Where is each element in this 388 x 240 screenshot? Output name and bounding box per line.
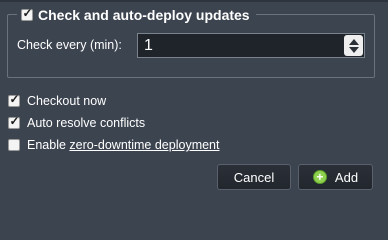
spin-up-arrow-icon[interactable] (348, 38, 359, 45)
check-frequency-label: Check every (min): (17, 38, 122, 52)
check-frequency-spinner[interactable]: 1 (137, 33, 365, 58)
checkmark-icon: ✓ (9, 92, 20, 106)
checkout-now-checkbox[interactable]: ✓ (8, 92, 20, 107)
checkmark-icon: ✓ (22, 6, 33, 20)
checkout-now-label[interactable]: Checkout now (27, 94, 106, 108)
auto-deploy-legend: ✓ Check and auto-deploy updates (17, 6, 256, 24)
check-frequency-input[interactable]: 1 (138, 37, 364, 55)
auto-resolve-label[interactable]: Auto resolve conflicts (27, 116, 145, 130)
add-button-label: Add (334, 169, 359, 185)
checkout-now-option[interactable]: ✓ Checkout now (8, 93, 106, 109)
plus-circle-icon: + (312, 170, 327, 184)
zero-downtime-label-prefix: Enable (27, 138, 70, 152)
auto-deploy-label[interactable]: Check and auto-deploy updates (38, 7, 250, 23)
cancel-button-label: Cancel (233, 169, 275, 185)
zero-downtime-checkbox[interactable] (8, 139, 20, 151)
cancel-button[interactable]: Cancel (217, 164, 291, 190)
zero-downtime-option[interactable]: Enable zero-downtime deployment (8, 137, 219, 153)
auto-resolve-checkbox[interactable]: ✓ (8, 114, 20, 129)
add-button[interactable]: + Add (298, 164, 373, 190)
spinner-buttons (344, 35, 363, 56)
zero-downtime-link[interactable]: zero-downtime deployment (69, 138, 219, 152)
auto-deploy-checkbox[interactable]: ✓ (21, 6, 33, 21)
auto-resolve-option[interactable]: ✓ Auto resolve conflicts (8, 115, 145, 131)
checkmark-icon: ✓ (9, 114, 20, 128)
top-border (0, 0, 388, 2)
zero-downtime-label: Enable zero-downtime deployment (27, 138, 219, 152)
spin-down-arrow-icon[interactable] (348, 46, 359, 53)
